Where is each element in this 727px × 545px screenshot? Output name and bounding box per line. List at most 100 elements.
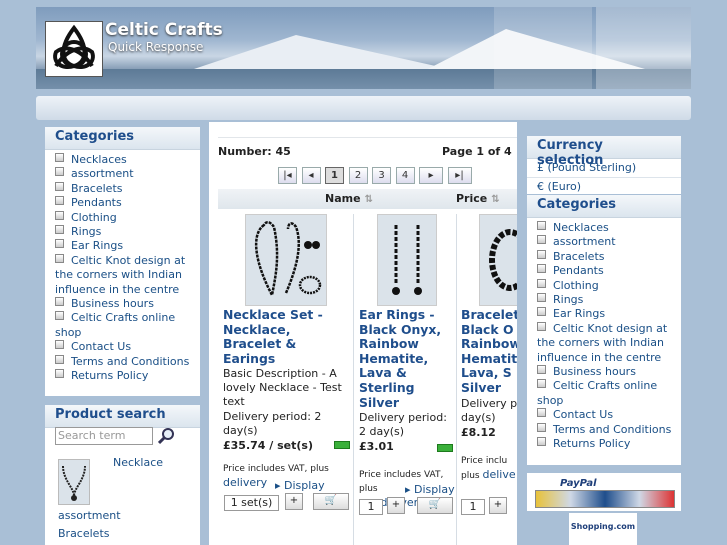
bullet-icon (55, 210, 64, 220)
category-label[interactable]: Necklaces (71, 153, 127, 166)
category-label[interactable]: Terms and Conditions (71, 355, 189, 368)
search-result-link[interactable]: Necklace (113, 456, 163, 469)
delivery-link[interactable]: delive (482, 468, 515, 481)
category-item[interactable]: Terms and Conditions (55, 354, 200, 369)
delivery-link[interactable]: delivery (223, 476, 267, 489)
category-label[interactable]: Celtic Crafts online shop (537, 379, 657, 406)
category-item[interactable]: Ear Rings (55, 239, 200, 253)
category-label[interactable]: Bracelets (553, 250, 605, 263)
site-title[interactable]: Celtic Crafts (105, 20, 223, 40)
shopping-badge[interactable]: Shopping.com (569, 513, 637, 545)
cart-icon[interactable]: 🛒 (313, 493, 349, 510)
sort-by-price[interactable]: Price ⇅ (456, 192, 500, 205)
quantity-input[interactable]: 1 (461, 499, 485, 515)
category-item[interactable]: Terms and Conditions (537, 422, 681, 437)
category-label[interactable]: Necklaces (553, 221, 609, 234)
category-item[interactable]: Pendants (55, 196, 200, 210)
category-item[interactable]: Bracelets (55, 181, 200, 196)
bullet-icon (55, 369, 64, 379)
quantity-stepper[interactable]: + (489, 497, 507, 514)
product-name[interactable]: Necklace Set - Necklace, Bracelet & Eari… (223, 307, 348, 366)
category-label[interactable]: Bracelets (71, 182, 123, 195)
page-1-button[interactable]: 1 (325, 167, 344, 184)
sort-name-label[interactable]: Name (325, 192, 361, 205)
category-label[interactable]: Business hours (553, 365, 636, 378)
sort-by-name[interactable]: Name ⇅ (325, 192, 373, 205)
product-image[interactable] (244, 214, 327, 306)
category-label[interactable]: Contact Us (553, 408, 613, 421)
category-label[interactable]: Terms and Conditions (553, 423, 671, 436)
sort-icon[interactable]: ⇅ (491, 194, 499, 205)
category-item[interactable]: Bracelets (537, 249, 681, 264)
search-icon[interactable] (157, 427, 176, 448)
product-image[interactable] (479, 214, 517, 306)
category-label[interactable]: Returns Policy (553, 437, 630, 450)
quantity-input[interactable]: 1 (359, 499, 383, 515)
category-item[interactable]: Clothing (537, 278, 681, 293)
category-item[interactable]: Celtic Crafts online shop (55, 311, 200, 340)
category-item[interactable]: Necklaces (55, 153, 200, 167)
category-item[interactable]: Celtic Knot design at the corners with I… (537, 321, 681, 365)
category-label[interactable]: Clothing (71, 211, 117, 224)
category-item[interactable]: Celtic Crafts online shop (537, 379, 681, 408)
category-label[interactable]: Business hours (71, 297, 154, 310)
quantity-stepper[interactable]: + (387, 497, 405, 514)
category-item[interactable]: Business hours (537, 365, 681, 379)
category-item[interactable]: Returns Policy (55, 369, 200, 383)
last-page-icon[interactable]: ▸| (447, 167, 472, 184)
category-label[interactable]: Ear Rings (71, 239, 123, 252)
category-label[interactable]: Ear Rings (553, 307, 605, 320)
category-item[interactable]: Ear Rings (537, 307, 681, 321)
category-item[interactable]: Clothing (55, 210, 200, 225)
category-item[interactable]: Contact Us (537, 408, 681, 422)
category-item[interactable]: assortment (537, 235, 681, 249)
category-item[interactable]: Returns Policy (537, 437, 681, 451)
quantity-stepper[interactable]: + (285, 493, 303, 510)
search-input[interactable]: Search term (55, 427, 153, 445)
category-label[interactable]: Returns Policy (71, 369, 148, 382)
currency-gbp[interactable]: £ (Pound Sterling) (527, 159, 681, 178)
display-label[interactable]: Display (414, 483, 455, 496)
paypal-badge[interactable]: PayPal (527, 473, 681, 511)
display-link[interactable]: ▸ Display (275, 479, 325, 492)
category-item[interactable]: Rings (55, 225, 200, 239)
category-item[interactable]: assortment (55, 167, 200, 181)
sort-price-label[interactable]: Price (456, 192, 487, 205)
category-label[interactable]: assortment (553, 235, 616, 248)
page-4-button[interactable]: 4 (395, 167, 415, 184)
product-name[interactable]: Ear Rings - Black Onyx, Rainbow Hematite… (359, 307, 455, 410)
category-label[interactable]: Celtic Knot design at the corners with I… (537, 322, 667, 364)
page-2-button[interactable]: 2 (348, 167, 368, 184)
cart-icon[interactable]: 🛒 (417, 497, 453, 514)
category-label[interactable]: Celtic Crafts online shop (55, 311, 175, 338)
celtic-knot-logo[interactable] (45, 21, 103, 77)
category-item[interactable]: Necklaces (537, 221, 681, 235)
search-result-category[interactable]: assortment (58, 509, 121, 522)
quantity-input[interactable]: 1 set(s) (224, 495, 279, 511)
category-item[interactable]: Contact Us (55, 340, 200, 354)
display-label[interactable]: Display (284, 479, 325, 492)
search-next-item[interactable]: Bracelets (58, 527, 110, 540)
page-3-button[interactable]: 3 (372, 167, 391, 184)
category-label[interactable]: Pendants (71, 196, 122, 209)
category-label[interactable]: Contact Us (71, 340, 131, 353)
product-image[interactable] (377, 214, 437, 306)
prev-page-icon[interactable]: ◂ (301, 167, 321, 184)
search-result-thumbnail[interactable] (58, 459, 90, 505)
category-item[interactable]: Business hours (55, 297, 200, 311)
category-label[interactable]: Rings (553, 293, 583, 306)
product-name[interactable]: Bracelet Black O Rainbow Hematit Lava, S… (461, 307, 517, 396)
category-item[interactable]: Pendants (537, 264, 681, 278)
category-label[interactable]: Celtic Knot design at the corners with I… (55, 254, 185, 296)
next-page-icon[interactable]: ▸ (419, 167, 443, 184)
product-price: £35.74 / set(s) (223, 439, 313, 453)
category-label[interactable]: Clothing (553, 279, 599, 292)
category-label[interactable]: Rings (71, 225, 101, 238)
category-label[interactable]: Pendants (553, 264, 604, 277)
display-link[interactable]: ▸ Display (405, 483, 455, 496)
category-item[interactable]: Celtic Knot design at the corners with I… (55, 253, 200, 297)
sort-icon[interactable]: ⇅ (365, 194, 373, 205)
first-page-icon[interactable]: |◂ (278, 167, 297, 184)
category-item[interactable]: Rings (537, 293, 681, 307)
category-label[interactable]: assortment (71, 167, 134, 180)
